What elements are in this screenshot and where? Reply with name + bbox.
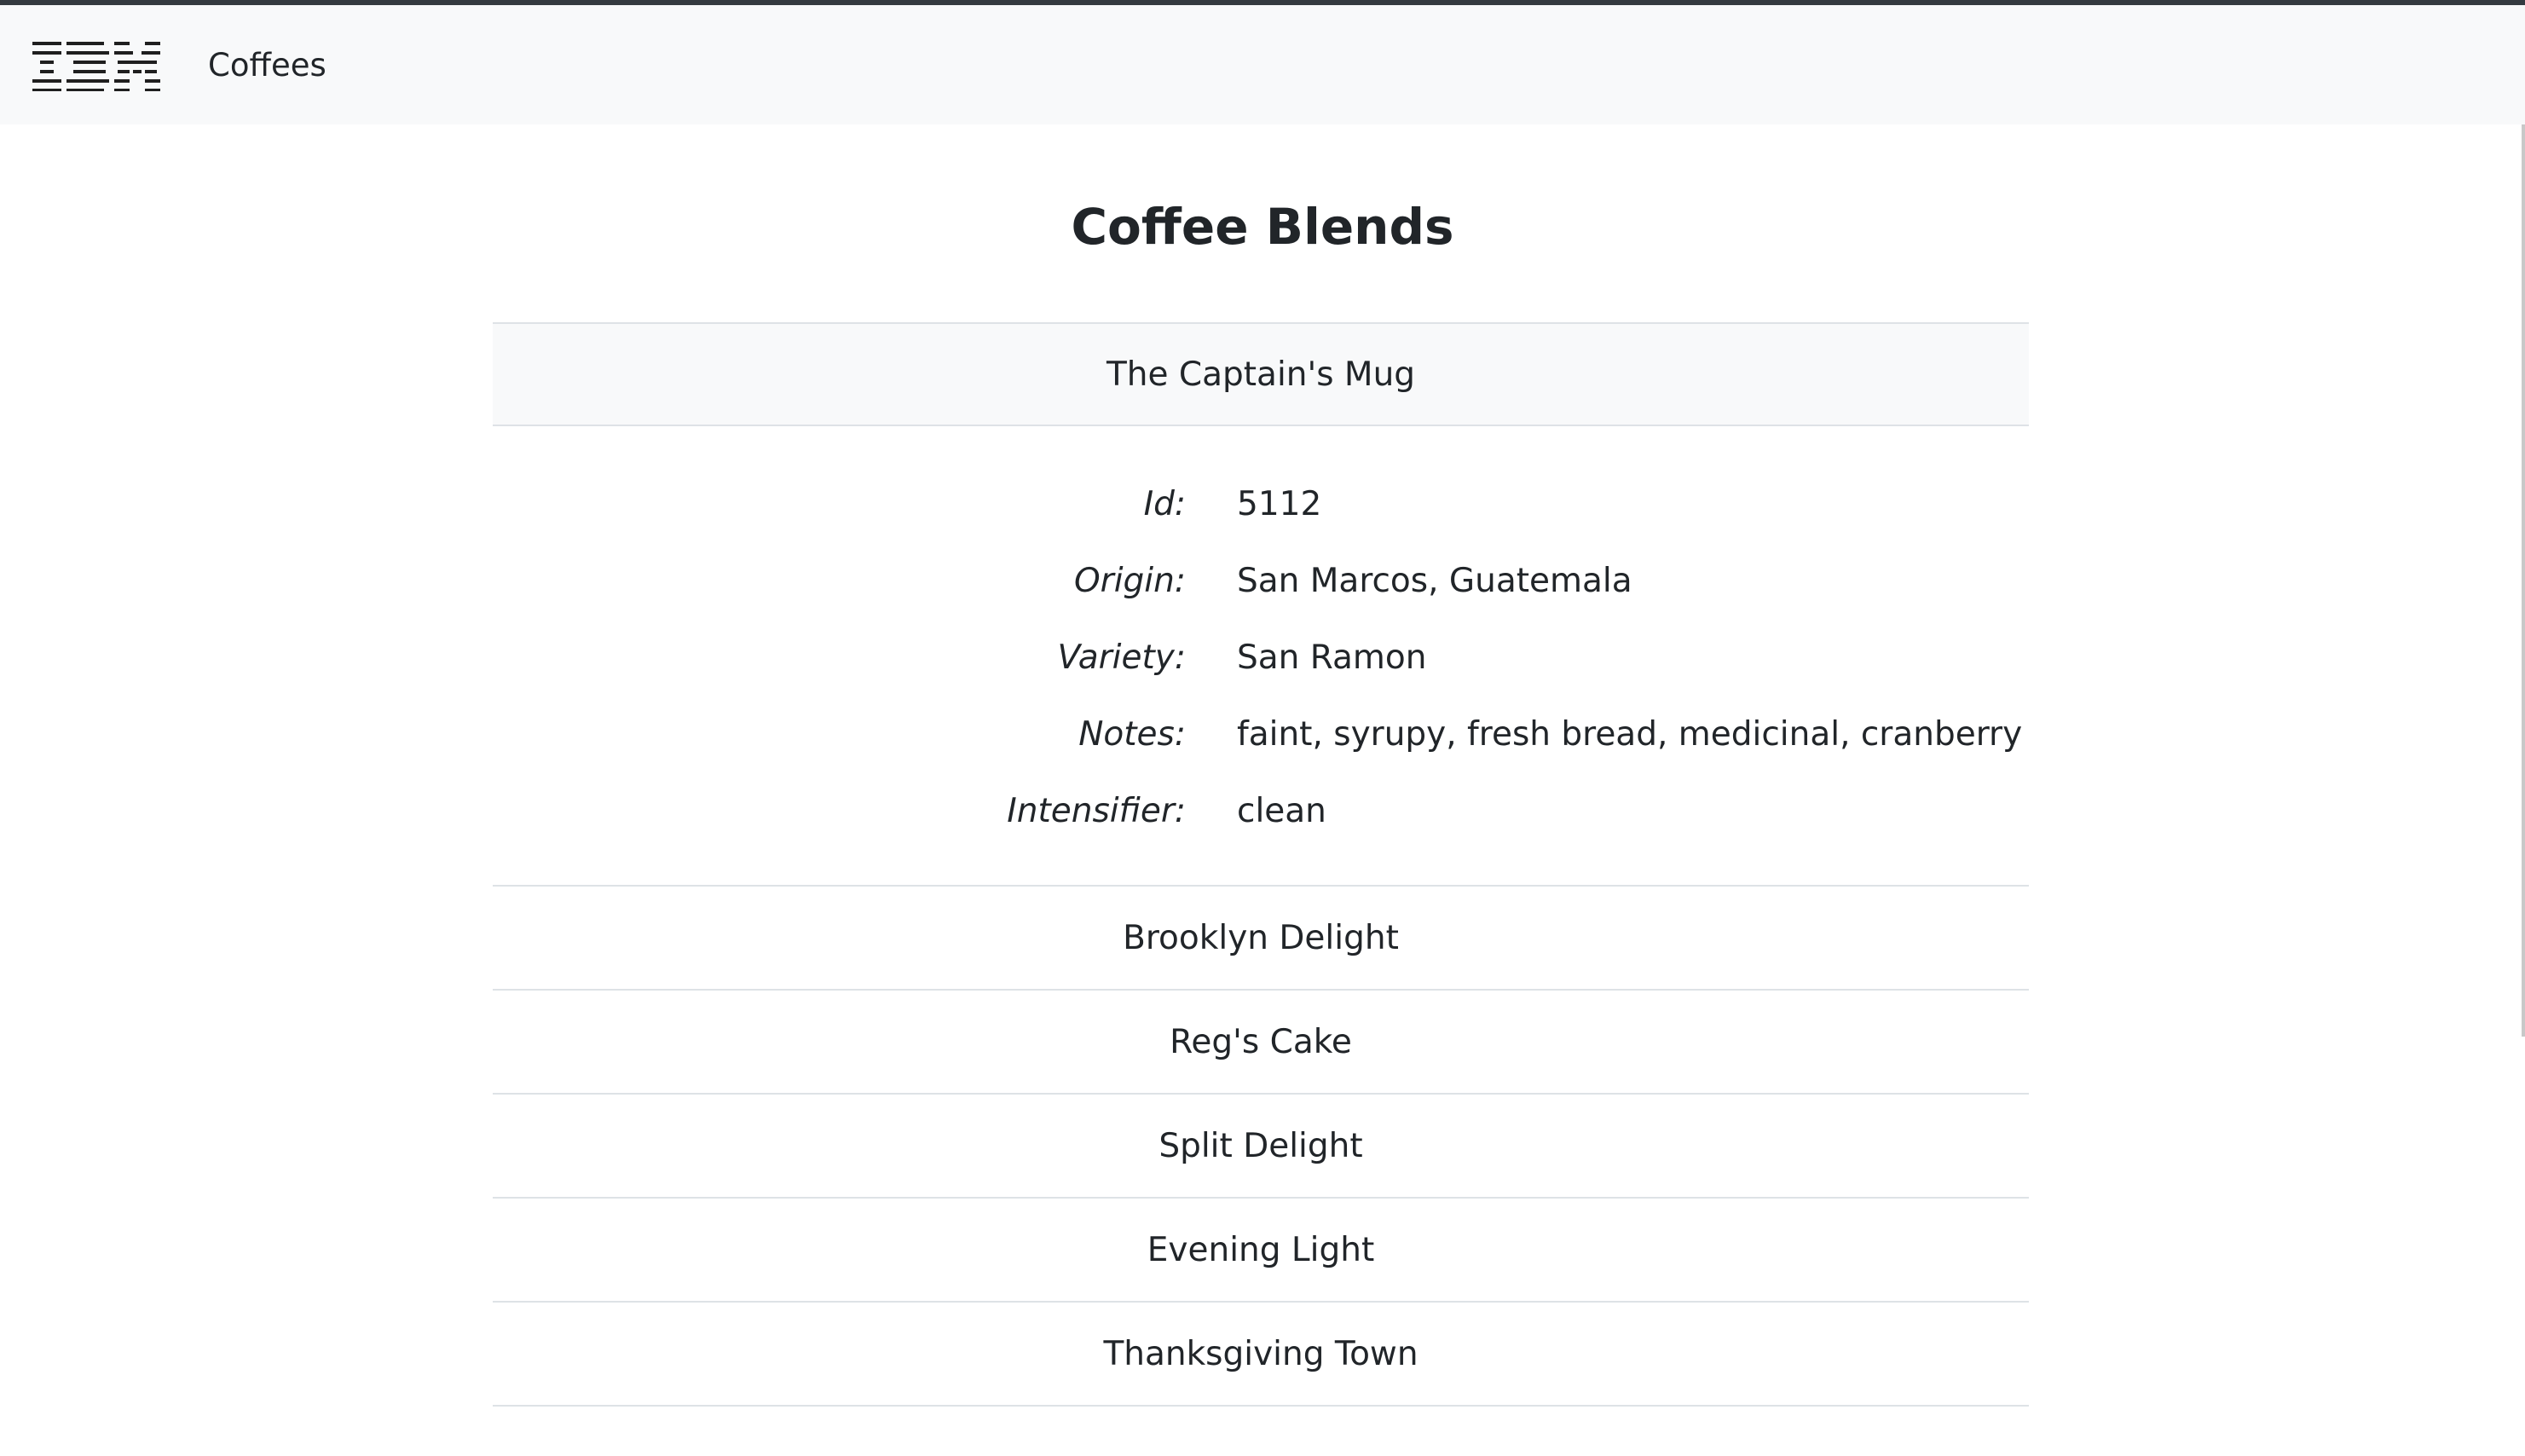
detail-row-intensifier: Intensifier: clean: [493, 772, 2029, 849]
detail-value-intensifier: clean: [1237, 791, 1326, 830]
blend-accordion: The Captain's Mug Id: 5112 Origin: San M…: [493, 322, 2029, 1407]
blend-header-split-delight[interactable]: Split Delight: [493, 1095, 2029, 1199]
detail-label-variety: Variety:: [1057, 638, 1186, 677]
ibm-logo[interactable]: [32, 38, 160, 91]
detail-label-notes: Notes:: [1078, 714, 1186, 754]
blend-header-regs-cake[interactable]: Reg's Cake: [493, 991, 2029, 1095]
page-scrollbar[interactable]: [2522, 124, 2525, 1037]
blend-header-evening-light[interactable]: Evening Light: [493, 1199, 2029, 1303]
detail-label-origin: Origin:: [1073, 561, 1186, 600]
detail-value-origin: San Marcos, Guatemala: [1237, 561, 1632, 600]
detail-value-notes: faint, syrupy, fresh bread, medicinal, c…: [1237, 714, 2023, 754]
detail-row-variety: Variety: San Ramon: [493, 619, 2029, 696]
blend-details-panel: Id: 5112 Origin: San Marcos, Guatemala V…: [493, 426, 2029, 887]
detail-value-variety: San Ramon: [1237, 638, 1427, 677]
blend-header-thanksgiving-town[interactable]: Thanksgiving Town: [493, 1303, 2029, 1407]
detail-row-id: Id: 5112: [493, 465, 2029, 542]
navbar: Coffees: [0, 5, 2525, 124]
detail-label-intensifier: Intensifier:: [1007, 791, 1186, 830]
detail-label-id: Id:: [1143, 484, 1186, 523]
page-title: Coffee Blends: [1071, 198, 1454, 256]
detail-row-notes: Notes: faint, syrupy, fresh bread, medic…: [493, 696, 2029, 772]
detail-row-origin: Origin: San Marcos, Guatemala: [493, 542, 2029, 619]
brand-link-coffees[interactable]: Coffees: [208, 47, 326, 84]
detail-value-id: 5112: [1237, 484, 1322, 523]
blend-header-the-captains-mug[interactable]: The Captain's Mug: [493, 322, 2029, 426]
blend-header-brooklyn-delight[interactable]: Brooklyn Delight: [493, 887, 2029, 991]
